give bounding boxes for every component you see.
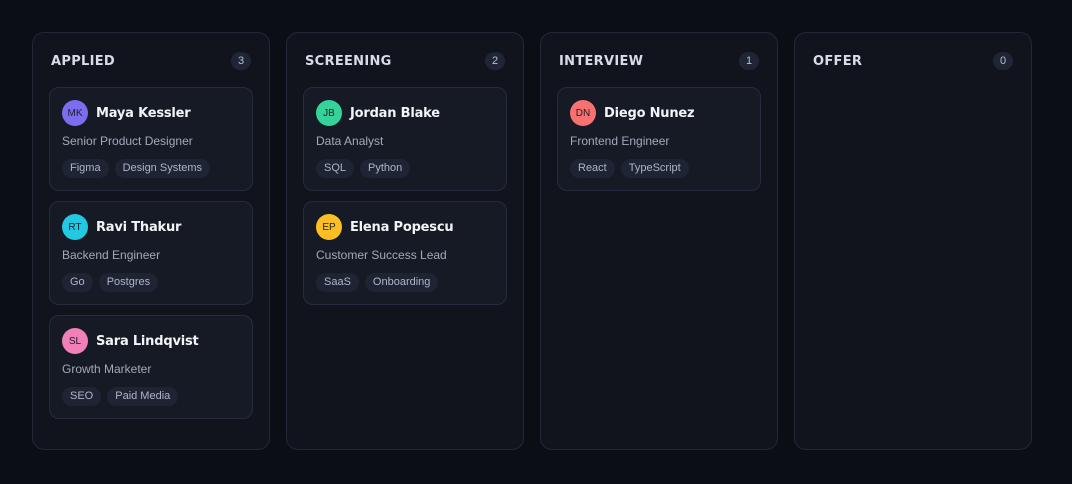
candidate-card[interactable]: JB Jordan Blake Data Analyst SQL Python	[303, 87, 507, 191]
skill-tag: React	[570, 159, 615, 178]
candidate-name: Maya Kessler	[96, 105, 191, 121]
column-title: SCREENING	[305, 53, 392, 69]
candidate-name: Ravi Thakur	[96, 219, 182, 235]
kanban-board: APPLIED 3 MK Maya Kessler Senior Product…	[32, 32, 1032, 450]
skill-tags: SaaS Onboarding	[316, 273, 494, 292]
skill-tags: SQL Python	[316, 159, 494, 178]
avatar: SL	[62, 328, 88, 354]
column-header: SCREENING 2	[303, 33, 507, 89]
avatar: MK	[62, 100, 88, 126]
candidate-role: Senior Product Designer	[62, 134, 193, 148]
card-header: MK Maya Kessler	[62, 100, 240, 126]
column-count-badge: 1	[739, 52, 759, 70]
card-list: DN Diego Nunez Frontend Engineer React T…	[557, 87, 761, 191]
candidate-card[interactable]: MK Maya Kessler Senior Product Designer …	[49, 87, 253, 191]
skill-tag: SaaS	[316, 273, 359, 292]
column-title: INTERVIEW	[559, 53, 644, 69]
candidate-card[interactable]: DN Diego Nunez Frontend Engineer React T…	[557, 87, 761, 191]
candidate-role: Backend Engineer	[62, 248, 161, 262]
card-header: EP Elena Popescu	[316, 214, 494, 240]
column-title: OFFER	[813, 53, 863, 69]
candidate-name: Elena Popescu	[350, 219, 454, 235]
skill-tag: Go	[62, 273, 93, 292]
candidate-role: Customer Success Lead	[316, 248, 447, 262]
avatar: RT	[62, 214, 88, 240]
candidate-card[interactable]: SL Sara Lindqvist Growth Marketer SEO Pa…	[49, 315, 253, 419]
avatar: JB	[316, 100, 342, 126]
skill-tag: Onboarding	[364, 273, 439, 292]
avatar: DN	[570, 100, 596, 126]
column-count-badge: 2	[485, 52, 505, 70]
card-list: MK Maya Kessler Senior Product Designer …	[49, 87, 253, 419]
column-header: APPLIED 3	[49, 33, 253, 89]
skill-tags: Figma Design Systems	[62, 159, 240, 178]
skill-tag: Design Systems	[114, 159, 211, 178]
skill-tags: React TypeScript	[570, 159, 748, 178]
skill-tags: Go Postgres	[62, 273, 240, 292]
skill-tags: SEO Paid Media	[62, 387, 240, 406]
skill-tag: SEO	[62, 387, 102, 406]
column-screening[interactable]: SCREENING 2 JB Jordan Blake Data Analyst…	[286, 32, 524, 450]
column-count-badge: 3	[231, 52, 251, 70]
card-list: JB Jordan Blake Data Analyst SQL Python …	[303, 87, 507, 305]
card-header: DN Diego Nunez	[570, 100, 748, 126]
column-title: APPLIED	[51, 53, 116, 69]
skill-tag: SQL	[316, 159, 355, 178]
skill-tag: TypeScript	[620, 159, 689, 178]
column-interview[interactable]: INTERVIEW 1 DN Diego Nunez Frontend Engi…	[540, 32, 778, 450]
avatar: EP	[316, 214, 342, 240]
skill-tag: Python	[360, 159, 411, 178]
candidate-role: Data Analyst	[316, 134, 384, 148]
candidate-name: Sara Lindqvist	[96, 333, 199, 349]
column-offer[interactable]: OFFER 0	[794, 32, 1032, 450]
candidate-name: Jordan Blake	[350, 105, 440, 121]
card-header: RT Ravi Thakur	[62, 214, 240, 240]
skill-tag: Figma	[62, 159, 109, 178]
candidate-name: Diego Nunez	[604, 105, 695, 121]
column-count-badge: 0	[993, 52, 1013, 70]
column-applied[interactable]: APPLIED 3 MK Maya Kessler Senior Product…	[32, 32, 270, 450]
candidate-card[interactable]: RT Ravi Thakur Backend Engineer Go Postg…	[49, 201, 253, 305]
candidate-card[interactable]: EP Elena Popescu Customer Success Lead S…	[303, 201, 507, 305]
card-header: SL Sara Lindqvist	[62, 328, 240, 354]
skill-tag: Paid Media	[107, 387, 179, 406]
candidate-role: Growth Marketer	[62, 362, 152, 376]
column-header: OFFER 0	[811, 33, 1015, 89]
candidate-role: Frontend Engineer	[570, 134, 670, 148]
card-header: JB Jordan Blake	[316, 100, 494, 126]
column-header: INTERVIEW 1	[557, 33, 761, 89]
skill-tag: Postgres	[98, 273, 159, 292]
